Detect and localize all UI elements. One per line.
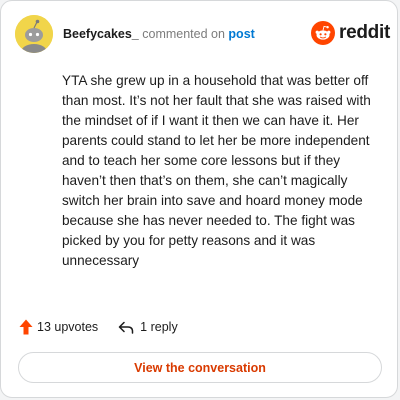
comment-body: YTA she grew up in a household that was … — [62, 73, 371, 268]
upvote-arrow-icon — [19, 319, 33, 335]
view-conversation-button[interactable]: View the conversation — [18, 352, 382, 383]
reply-arrow-icon — [118, 321, 134, 334]
reddit-snoo-icon — [311, 21, 335, 45]
commented-on-text: commented on — [142, 27, 225, 41]
snoo-avatar-icon — [15, 15, 53, 53]
avatar[interactable] — [15, 15, 53, 53]
post-link[interactable]: post — [228, 27, 254, 41]
username[interactable]: Beefycakes_ — [63, 27, 139, 41]
comment-header: Beefycakes_ commented on post — [63, 27, 255, 41]
comment-card: Beefycakes_ commented on post reddit YTA… — [0, 0, 398, 398]
comment-actions: 13 upvotes 1 reply — [19, 319, 178, 335]
upvote-count: 13 upvotes — [37, 320, 99, 334]
reply-button[interactable]: 1 reply — [118, 320, 178, 334]
reply-count: 1 reply — [140, 320, 178, 334]
reddit-logo[interactable]: reddit — [311, 21, 390, 45]
upvote-button[interactable]: 13 upvotes — [19, 319, 98, 335]
reddit-wordmark: reddit — [339, 22, 390, 43]
